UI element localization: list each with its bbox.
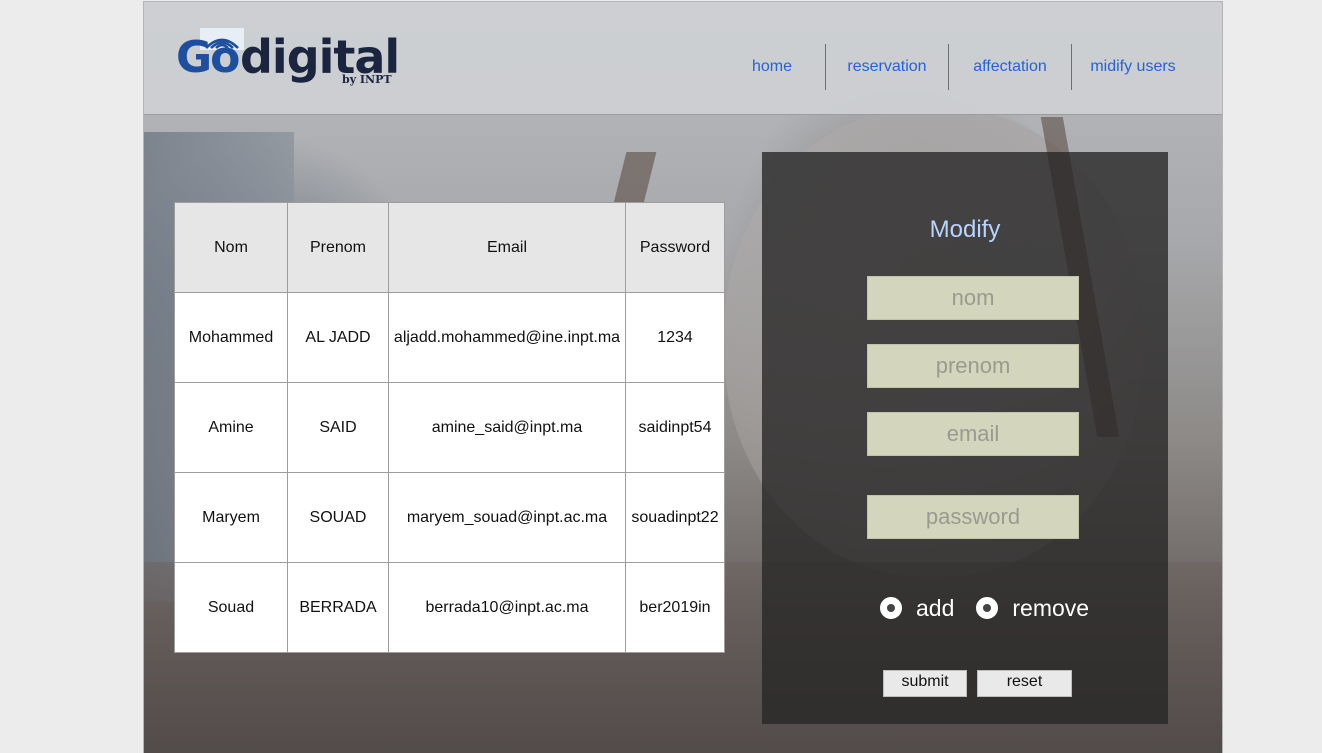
cell-email: berrada10@inpt.ac.ma xyxy=(388,562,626,653)
column-header-password: Password xyxy=(625,202,725,293)
site-header: Go digital by INPT home reservation affe… xyxy=(144,2,1222,115)
users-table: Nom Prenom Email Password Mohammed AL JA… xyxy=(174,202,725,653)
cell-prenom: BERRADA xyxy=(287,562,389,653)
cell-nom: Souad xyxy=(174,562,288,653)
godigital-logo[interactable]: Go digital by INPT xyxy=(176,28,400,92)
password-input[interactable] xyxy=(867,495,1079,539)
table-row[interactable]: Amine SAID amine_said@inpt.ma saidinpt54 xyxy=(174,382,725,473)
table-row[interactable]: Souad BERRADA berrada10@inpt.ac.ma ber20… xyxy=(174,562,725,653)
form-title: Modify xyxy=(929,216,1001,243)
table-row[interactable]: Maryem SOUAD maryem_souad@inpt.ac.ma sou… xyxy=(174,472,725,563)
cell-email: aljadd.mohammed@ine.inpt.ma xyxy=(388,292,626,383)
cell-password: ber2019in xyxy=(625,562,725,653)
logo-go: Go xyxy=(176,32,240,83)
email-input[interactable] xyxy=(867,412,1079,456)
column-header-prenom: Prenom xyxy=(287,202,389,293)
cell-prenom: AL JADD xyxy=(287,292,389,383)
add-radio[interactable] xyxy=(880,597,902,619)
cell-email: amine_said@inpt.ma xyxy=(388,382,626,473)
add-radio-label[interactable]: add xyxy=(916,595,954,622)
cell-password: souadinpt22 xyxy=(625,472,725,563)
cell-nom: Maryem xyxy=(174,472,288,563)
cell-nom: Mohammed xyxy=(174,292,288,383)
cell-prenom: SAID xyxy=(287,382,389,473)
table-row[interactable]: Mohammed AL JADD aljadd.mohammed@ine.inp… xyxy=(174,292,725,383)
nav-reservation-link[interactable]: reservation xyxy=(825,44,948,90)
cell-prenom: SOUAD xyxy=(287,472,389,563)
table-header-row: Nom Prenom Email Password xyxy=(174,202,725,293)
submit-button[interactable]: submit xyxy=(883,670,967,697)
remove-radio[interactable] xyxy=(976,597,999,619)
nom-input[interactable] xyxy=(867,276,1079,320)
cell-password: saidinpt54 xyxy=(625,382,725,473)
page-frame: Go digital by INPT home reservation affe… xyxy=(143,1,1223,753)
nav-home-link[interactable]: home xyxy=(719,44,825,90)
cell-password: 1234 xyxy=(625,292,725,383)
cell-nom: Amine xyxy=(174,382,288,473)
cell-email: maryem_souad@inpt.ac.ma xyxy=(388,472,626,563)
logo-by-inpt: by INPT xyxy=(342,73,392,86)
reset-button[interactable]: reset xyxy=(977,670,1072,697)
nav-affectation-link[interactable]: affectation xyxy=(948,44,1071,90)
action-radio-group: add remove xyxy=(880,595,1089,621)
nav-modify-users-link[interactable]: midify users xyxy=(1071,44,1194,90)
main-nav: home reservation affectation midify user… xyxy=(719,44,1194,90)
remove-radio-label[interactable]: remove xyxy=(1012,595,1089,622)
modify-form-panel: Modify add remove submit reset xyxy=(762,152,1168,724)
column-header-nom: Nom xyxy=(174,202,288,293)
prenom-input[interactable] xyxy=(867,344,1079,388)
column-header-email: Email xyxy=(388,202,626,293)
